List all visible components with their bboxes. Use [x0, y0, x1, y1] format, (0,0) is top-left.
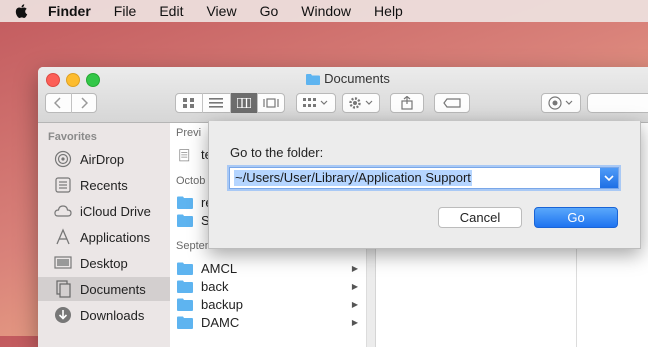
menu-window[interactable]: Window: [301, 3, 351, 19]
cloud-icon: [54, 202, 72, 220]
tags-button[interactable]: [434, 93, 470, 113]
disclosure-arrow-icon: ▶: [351, 263, 358, 273]
folder-icon: [177, 316, 193, 329]
list-item[interactable]: DAMC ▶: [170, 313, 366, 331]
column-view-button[interactable]: [230, 93, 258, 113]
gear-icon: [349, 97, 373, 109]
chevron-right-icon: [81, 97, 88, 109]
folder-icon: [177, 298, 193, 311]
folder-icon: [177, 280, 193, 293]
sidebar-item-label: Documents: [80, 281, 146, 297]
disclosure-arrow-icon: ▶: [351, 299, 358, 309]
downloads-icon: [54, 306, 72, 324]
icon-view-button[interactable]: [176, 93, 204, 113]
sidebar-item-applications[interactable]: Applications: [38, 225, 170, 249]
list-item[interactable]: back ▶: [170, 277, 366, 295]
sidebar-item-label: Applications: [80, 229, 151, 245]
sidebar-header-favorites: Favorites: [48, 131, 97, 143]
folder-icon: [177, 262, 193, 275]
search-field[interactable]: [587, 93, 648, 113]
section-header: Previ: [176, 127, 202, 139]
folder-path-input[interactable]: ~/Users/User/Library/Application Support: [229, 167, 619, 189]
list-icon: [209, 98, 224, 108]
applications-icon: [54, 228, 72, 246]
sidebar-item-label: Recents: [80, 177, 128, 193]
window-title-text: Documents: [324, 71, 390, 86]
list-item[interactable]: AMCL ▶: [170, 259, 366, 277]
gallery-view-button[interactable]: [258, 93, 284, 113]
desktop-icon: [54, 254, 72, 272]
menu-view[interactable]: View: [206, 3, 236, 19]
chevron-left-icon: [54, 97, 61, 109]
menu-bar: Finder File Edit View Go Window Help: [0, 0, 648, 22]
sidebar-item-airdrop[interactable]: AirDrop: [38, 147, 170, 171]
go-to-folder-dialog: Go to the folder: ~/Users/User/Library/A…: [208, 121, 641, 249]
folder-icon: [177, 196, 193, 209]
disclosure-arrow-icon: ▶: [351, 281, 358, 291]
sidebar-item-label: iCloud Drive: [80, 203, 151, 219]
sidebar-item-desktop[interactable]: Desktop: [38, 251, 170, 275]
back-button[interactable]: [46, 93, 72, 113]
nav-buttons: [45, 93, 97, 113]
sidebar-item-label: Downloads: [80, 307, 145, 323]
folder-icon: [306, 73, 321, 85]
gallery-icon: [263, 98, 279, 108]
folder-path-value[interactable]: ~/Users/User/Library/Application Support: [234, 170, 472, 186]
grid-icon: [183, 98, 195, 108]
sidebar-item-recents[interactable]: Recents: [38, 173, 170, 197]
window-title: Documents: [38, 71, 648, 86]
path-history-dropdown[interactable]: [600, 168, 618, 188]
cancel-button[interactable]: Cancel: [438, 207, 522, 228]
group-button[interactable]: [296, 93, 336, 113]
item-name: AMCL: [201, 260, 238, 276]
sidebar-item-icloud-drive[interactable]: iCloud Drive: [38, 199, 170, 223]
quick-look-button[interactable]: [541, 93, 581, 113]
columns-icon: [236, 98, 251, 108]
dialog-label: Go to the folder:: [230, 145, 324, 160]
group-icon: [303, 98, 328, 107]
sidebar-item-label: Desktop: [80, 255, 128, 271]
go-button[interactable]: Go: [534, 207, 618, 228]
action-button[interactable]: [342, 93, 380, 113]
menu-go[interactable]: Go: [260, 3, 279, 19]
forward-button[interactable]: [72, 93, 97, 113]
menu-file[interactable]: File: [114, 3, 137, 19]
sidebar-item-downloads[interactable]: Downloads: [38, 303, 170, 327]
menu-edit[interactable]: Edit: [159, 3, 183, 19]
sidebar-item-label: AirDrop: [80, 151, 125, 167]
list-view-button[interactable]: [203, 93, 231, 113]
share-button[interactable]: [390, 93, 424, 113]
item-name: DAMC: [201, 314, 240, 330]
disclosure-arrow-icon: ▶: [351, 317, 358, 327]
item-name: back: [201, 278, 229, 294]
title-bar: Documents: [38, 67, 648, 123]
airdrop-icon: [54, 150, 72, 168]
recents-icon: [54, 176, 72, 194]
sidebar: Favorites AirDrop Recents iCloud Drive A…: [38, 123, 170, 347]
view-mode-control: [175, 93, 285, 113]
section-header: Octob: [176, 175, 206, 187]
chevron-down-icon: [604, 175, 614, 182]
share-icon: [401, 96, 413, 110]
menu-help[interactable]: Help: [374, 3, 403, 19]
item-name: backup: [201, 296, 243, 312]
list-item[interactable]: backup ▶: [170, 295, 366, 313]
documents-icon: [54, 280, 72, 298]
menu-finder[interactable]: Finder: [48, 3, 91, 19]
sidebar-item-documents[interactable]: Documents: [38, 277, 170, 301]
eye-icon: [548, 96, 573, 110]
tag-icon: [443, 98, 461, 108]
folder-icon: [177, 214, 193, 227]
apple-icon[interactable]: [14, 3, 30, 19]
text-file-icon: [179, 148, 190, 161]
